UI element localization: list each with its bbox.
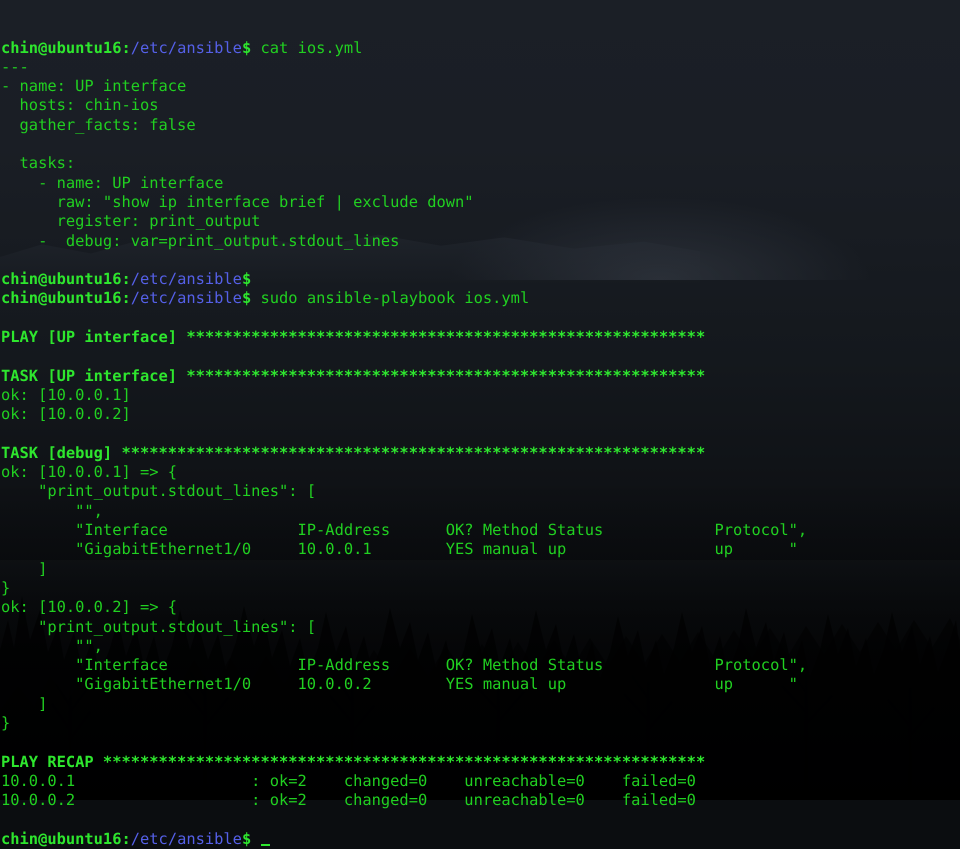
terminal-output-line: "Interface IP-Address OK? Method Status … [1, 521, 960, 540]
terminal-output-text: ] [1, 694, 48, 713]
terminal-output-line: "", [1, 637, 960, 656]
terminal-output-line [1, 733, 960, 752]
terminal-output-line: "", [1, 502, 960, 521]
prompt-separator: : [121, 829, 131, 848]
ansible-section-header: TASK [debug] ***************************… [1, 443, 706, 462]
terminal-prompt-line: chin@ubuntu16:/etc/ansible$ [1, 270, 960, 289]
terminal-output-line [1, 425, 960, 444]
terminal-output-line: - debug: var=print_output.stdout_lines [1, 232, 960, 251]
terminal-output-line: raw: "show ip interface brief | exclude … [1, 193, 960, 212]
terminal-output-text: "GigabitEthernet1/0 10.0.0.2 YES manual … [1, 675, 798, 694]
prompt-separator: : [121, 270, 131, 289]
prompt-symbol: $ [241, 829, 252, 848]
terminal-output-text: ok: [10.0.0.2] [1, 405, 131, 424]
terminal-output-text: - name: UP interface [1, 173, 224, 192]
terminal-output-text: } [1, 713, 11, 732]
prompt-path: /etc/ansible [130, 289, 242, 308]
ansible-section-header: PLAY RECAP *****************************… [1, 752, 706, 771]
text-cursor[interactable] [260, 832, 271, 846]
terminal-prompt-line: chin@ubuntu16:/etc/ansible$ cat ios.yml [1, 39, 960, 58]
terminal-output-text: register: print_output [1, 212, 261, 231]
prompt-path: /etc/ansible [130, 270, 242, 289]
terminal-output-text: "GigabitEthernet1/0 10.0.0.1 YES manual … [1, 540, 798, 559]
terminal-output-line [1, 309, 960, 328]
terminal-output-line: "GigabitEthernet1/0 10.0.0.1 YES manual … [1, 540, 960, 559]
prompt-separator: : [121, 289, 131, 308]
prompt-separator: : [121, 38, 131, 57]
terminal-output-text: gather_facts: false [1, 115, 196, 134]
terminal-output-text: ] [1, 559, 48, 578]
terminal-output-line: gather_facts: false [1, 116, 960, 135]
terminal-output-text: "", [1, 501, 103, 520]
terminal-output-text: 10.0.0.1 : ok=2 changed=0 unreachable=0 … [1, 771, 696, 790]
terminal-output-line: 10.0.0.1 : ok=2 changed=0 unreachable=0 … [1, 772, 960, 791]
terminal-command-text [251, 830, 260, 848]
terminal-output-line [1, 251, 960, 270]
terminal-output-text: - debug: var=print_output.stdout_lines [1, 231, 400, 250]
terminal-output-text: "Interface IP-Address OK? Method Status … [1, 656, 808, 675]
terminal-output-text: raw: "show ip interface brief | exclude … [1, 192, 474, 211]
prompt-user-host: chin@ubuntu16 [1, 289, 122, 308]
terminal-output-text: } [1, 578, 11, 597]
terminal-output-text: 10.0.0.2 : ok=2 changed=0 unreachable=0 … [1, 791, 696, 810]
terminal-output-text: "", [1, 636, 103, 655]
terminal-output-line: } [1, 714, 960, 733]
terminal-output-line: hosts: chin-ios [1, 96, 960, 115]
terminal-output-line: "print_output.stdout_lines": [ [1, 482, 960, 501]
terminal-output-line: tasks: [1, 154, 960, 173]
terminal-output-line: ok: [10.0.0.1] => { [1, 463, 960, 482]
prompt-user-host: chin@ubuntu16 [1, 38, 122, 57]
terminal-output-line: TASK [debug] ***************************… [1, 444, 960, 463]
terminal-output-line: TASK [UP interface] ********************… [1, 367, 960, 386]
terminal-output-text: tasks: [1, 154, 76, 173]
ansible-section-header: PLAY [UP interface] ********************… [1, 328, 706, 347]
terminal-output-text: "Interface IP-Address OK? Method Status … [1, 521, 808, 540]
terminal-output-text: ok: [10.0.0.2] => { [1, 598, 178, 617]
terminal-active-prompt-line[interactable]: chin@ubuntu16:/etc/ansible$ [1, 830, 960, 849]
ansible-section-header: TASK [UP interface] ********************… [1, 366, 706, 385]
terminal-output-line: "Interface IP-Address OK? Method Status … [1, 656, 960, 675]
terminal-output-line [1, 810, 960, 829]
prompt-user-host: chin@ubuntu16 [1, 829, 122, 848]
terminal-output-line: PLAY RECAP *****************************… [1, 753, 960, 772]
terminal-output-text: ok: [10.0.0.1] [1, 385, 131, 404]
terminal-output-line: PLAY [UP interface] ********************… [1, 328, 960, 347]
terminal-output-line: ] [1, 560, 960, 579]
prompt-user-host: chin@ubuntu16 [1, 270, 122, 289]
terminal-output-line: ] [1, 695, 960, 714]
terminal-output-line: --- [1, 58, 960, 77]
prompt-symbol: $ [241, 289, 252, 308]
terminal-output-line: - name: UP interface [1, 174, 960, 193]
terminal-window[interactable]: chin@ubuntu16:/etc/ansible$ cat ios.yml -… [0, 0, 960, 848]
terminal-output-line: "GigabitEthernet1/0 10.0.0.2 YES manual … [1, 675, 960, 694]
terminal-output-line: "print_output.stdout_lines": [ [1, 618, 960, 637]
terminal-output-line: ok: [10.0.0.1] [1, 386, 960, 405]
terminal-output-text: hosts: chin-ios [1, 96, 159, 115]
terminal-output-text: --- [1, 57, 29, 76]
terminal-output-line: ok: [10.0.0.2] [1, 405, 960, 424]
prompt-path: /etc/ansible [130, 829, 242, 848]
terminal-output-line: register: print_output [1, 212, 960, 231]
terminal-output-line [1, 347, 960, 366]
terminal-prompt-line: chin@ubuntu16:/etc/ansible$ sudo ansible… [1, 289, 960, 308]
terminal-output-line: 10.0.0.2 : ok=2 changed=0 unreachable=0 … [1, 791, 960, 810]
terminal-output-text: "print_output.stdout_lines": [ [1, 617, 317, 636]
terminal-output-text: ok: [10.0.0.1] => { [1, 463, 178, 482]
terminal-command-text: cat ios.yml [251, 38, 363, 57]
terminal-output-line: - name: UP interface [1, 77, 960, 96]
terminal-output-line [1, 135, 960, 154]
prompt-symbol: $ [241, 270, 252, 289]
terminal-output-text: "print_output.stdout_lines": [ [1, 482, 317, 501]
terminal-output-line: } [1, 579, 960, 598]
terminal-output-text: - name: UP interface [1, 77, 187, 96]
prompt-symbol: $ [241, 38, 252, 57]
terminal-output-line: ok: [10.0.0.2] => { [1, 598, 960, 617]
prompt-path: /etc/ansible [130, 38, 242, 57]
terminal-command-text: sudo ansible-playbook ios.yml [251, 289, 530, 308]
